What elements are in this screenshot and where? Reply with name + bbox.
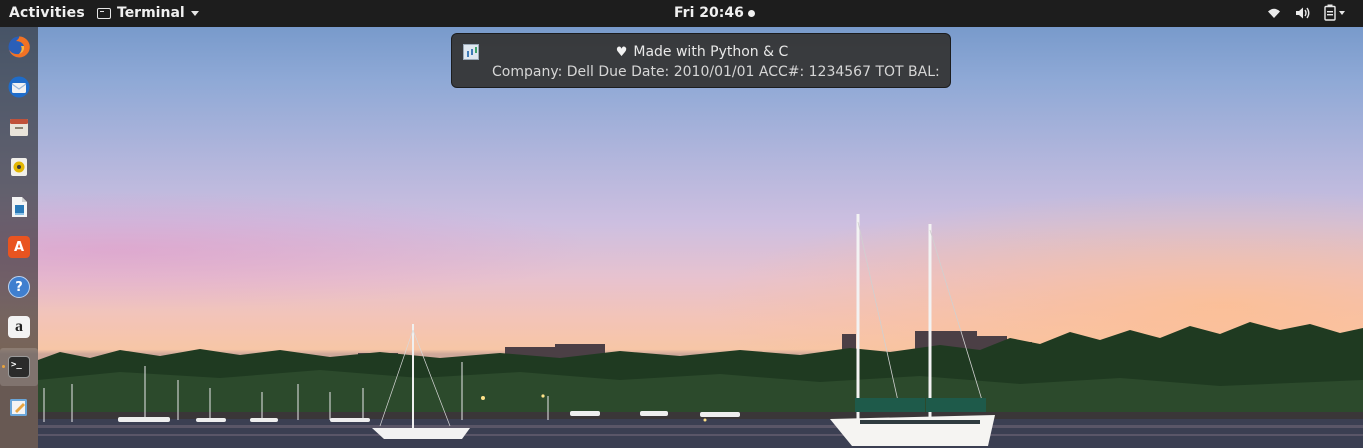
writer-icon — [12, 197, 27, 217]
dock-item-firefox[interactable] — [0, 28, 38, 66]
terminal-icon: >_ — [8, 356, 30, 378]
help-icon: ? — [8, 276, 30, 298]
dock-item-libreoffice-writer[interactable] — [0, 188, 38, 226]
volume-icon[interactable] — [1294, 5, 1311, 21]
clock-label: Fri 20:46 — [674, 5, 744, 21]
wallpaper-water — [38, 419, 1363, 448]
dock: A ? a >_ — [0, 27, 38, 448]
thunderbird-icon — [8, 76, 30, 98]
notification-dot-icon — [747, 9, 755, 17]
clock-button[interactable]: Fri 20:46 — [674, 5, 755, 21]
rhythmbox-icon — [11, 158, 27, 176]
dock-item-amazon[interactable]: a — [0, 308, 38, 346]
amazon-icon: a — [8, 316, 30, 338]
notification-title: ♥ Made with Python & C — [452, 44, 952, 60]
notification-title-text: Made with Python & C — [633, 44, 789, 60]
top-bar: Activities Terminal Fri 20:46 — [0, 0, 1363, 27]
chevron-down-icon — [1339, 10, 1345, 15]
activities-button[interactable]: Activities — [9, 5, 85, 21]
firefox-icon — [8, 36, 30, 58]
dock-item-software[interactable]: A — [0, 228, 38, 266]
terminal-icon — [97, 7, 111, 19]
running-indicator-icon — [2, 365, 5, 368]
battery-icon — [1324, 4, 1336, 21]
dock-item-rhythmbox[interactable] — [0, 148, 38, 186]
text-editor-icon — [10, 399, 27, 416]
system-tray[interactable] — [1266, 4, 1345, 21]
notification-banner[interactable]: ♥ Made with Python & C Company: Dell Due… — [451, 33, 951, 88]
app-menu-terminal[interactable]: Terminal — [97, 5, 199, 21]
battery-menu[interactable] — [1323, 4, 1345, 21]
dock-item-text-editor[interactable] — [0, 388, 38, 426]
dock-item-terminal[interactable]: >_ — [0, 348, 38, 386]
heart-icon: ♥ — [615, 44, 628, 60]
software-center-icon: A — [8, 236, 30, 258]
files-icon — [10, 119, 28, 136]
app-menu-label: Terminal — [117, 5, 185, 21]
wifi-icon[interactable] — [1266, 5, 1282, 21]
dock-item-help[interactable]: ? — [0, 268, 38, 306]
notification-body: Company: Dell Due Date: 2010/01/01 ACC#:… — [492, 64, 942, 80]
dock-item-thunderbird[interactable] — [0, 68, 38, 106]
dock-item-files[interactable] — [0, 108, 38, 146]
chevron-down-icon — [190, 11, 199, 16]
